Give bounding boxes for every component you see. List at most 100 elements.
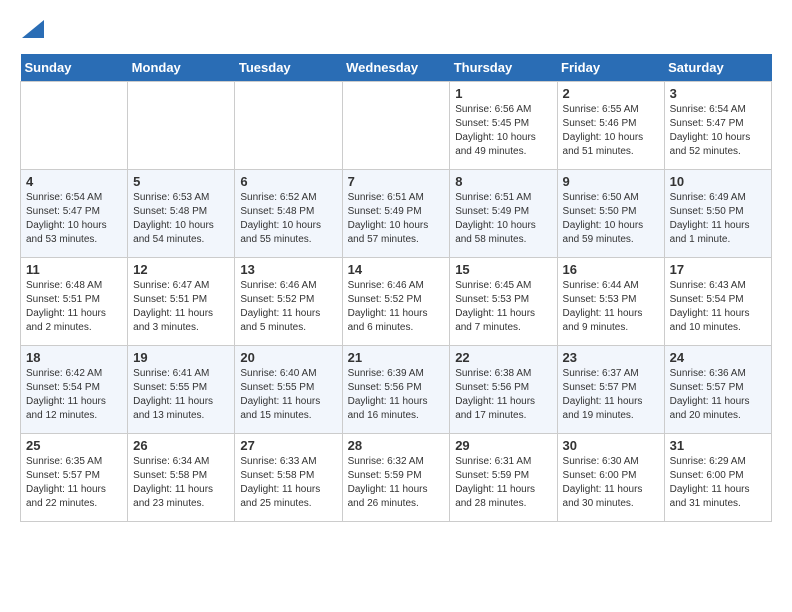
- day-number: 9: [563, 174, 659, 189]
- day-cell-8: 8Sunrise: 6:51 AM Sunset: 5:49 PM Daylig…: [450, 170, 557, 258]
- day-info: Sunrise: 6:37 AM Sunset: 5:57 PM Dayligh…: [563, 367, 659, 423]
- day-cell-25: 25 Sunrise: 6:35 AM Sunset: 5:57 PM Dayli…: [21, 434, 128, 522]
- day-cell-29: 29 Sunrise: 6:31 AM Sunset: 5:59 PM Dayli…: [450, 434, 557, 522]
- week-row-5: 25 Sunrise: 6:35 AM Sunset: 5:57 PM Dayli…: [21, 434, 772, 522]
- day-number: 19: [133, 350, 229, 365]
- day-cell-31: 31 Sunrise: 6:29 AM Sunset: 6:00 PM Dayli…: [664, 434, 771, 522]
- day-number: 29: [455, 438, 551, 453]
- day-number: 2: [563, 86, 659, 101]
- weekday-header-tuesday: Tuesday: [235, 54, 342, 82]
- day-info: Sunrise: 6:54 AM Sunset: 5:47 PM Dayligh…: [670, 103, 766, 159]
- day-info: Sunrise: 6:46 AM Sunset: 5:52 PM Dayligh…: [240, 279, 336, 335]
- day-number: 13: [240, 262, 336, 277]
- empty-cell: [128, 82, 235, 170]
- day-number: 5: [133, 174, 229, 189]
- day-info: Sunrise: 6:36 AM Sunset: 5:57 PM Dayligh…: [670, 367, 766, 423]
- day-cell-22: 22 Sunrise: 6:38 AM Sunset: 5:56 PM Dayli…: [450, 346, 557, 434]
- day-info: Sunrise: 6:44 AM Sunset: 5:53 PM Dayligh…: [563, 279, 659, 335]
- day-number: 21: [348, 350, 445, 365]
- day-info: Sunrise: 6:32 AM Sunset: 5:59 PM Dayligh…: [348, 455, 445, 511]
- day-number: 22: [455, 350, 551, 365]
- calendar-table: SundayMondayTuesdayWednesdayThursdayFrid…: [20, 54, 772, 522]
- day-number: 16: [563, 262, 659, 277]
- day-cell-19: 19 Sunrise: 6:41 AM Sunset: 5:55 PM Dayli…: [128, 346, 235, 434]
- day-cell-21: 21 Sunrise: 6:39 AM Sunset: 5:56 PM Dayli…: [342, 346, 450, 434]
- day-info: Sunrise: 6:35 AM Sunset: 5:57 PM Dayligh…: [26, 455, 122, 511]
- day-cell-15: 15 Sunrise: 6:45 AM Sunset: 5:53 PM Dayli…: [450, 258, 557, 346]
- day-number: 24: [670, 350, 766, 365]
- day-number: 1: [455, 86, 551, 101]
- day-number: 14: [348, 262, 445, 277]
- day-number: 25: [26, 438, 122, 453]
- day-cell-17: 17 Sunrise: 6:43 AM Sunset: 5:54 PM Dayli…: [664, 258, 771, 346]
- day-number: 6: [240, 174, 336, 189]
- day-cell-26: 26Sunrise: 6:34 AM Sunset: 5:58 PM Dayli…: [128, 434, 235, 522]
- day-info: Sunrise: 6:45 AM Sunset: 5:53 PM Dayligh…: [455, 279, 551, 335]
- day-info: Sunrise: 6:29 AM Sunset: 6:00 PM Dayligh…: [670, 455, 766, 511]
- day-info: Sunrise: 6:48 AM Sunset: 5:51 PM Dayligh…: [26, 279, 122, 335]
- day-cell-20: 20Sunrise: 6:40 AM Sunset: 5:55 PM Dayli…: [235, 346, 342, 434]
- day-number: 11: [26, 262, 122, 277]
- day-cell-24: 24 Sunrise: 6:36 AM Sunset: 5:57 PM Dayli…: [664, 346, 771, 434]
- empty-cell: [235, 82, 342, 170]
- day-cell-28: 28 Sunrise: 6:32 AM Sunset: 5:59 PM Dayli…: [342, 434, 450, 522]
- day-info: Sunrise: 6:43 AM Sunset: 5:54 PM Dayligh…: [670, 279, 766, 335]
- day-cell-11: 11 Sunrise: 6:48 AM Sunset: 5:51 PM Dayli…: [21, 258, 128, 346]
- weekday-header-friday: Friday: [557, 54, 664, 82]
- day-cell-6: 6 Sunrise: 6:52 AM Sunset: 5:48 PM Daylig…: [235, 170, 342, 258]
- day-info: Sunrise: 6:51 AM Sunset: 5:49 PM Dayligh…: [348, 191, 445, 247]
- day-info: Sunrise: 6:47 AM Sunset: 5:51 PM Dayligh…: [133, 279, 229, 335]
- day-cell-18: 18 Sunrise: 6:42 AM Sunset: 5:54 PM Dayli…: [21, 346, 128, 434]
- week-row-1: 1 Sunrise: 6:56 AM Sunset: 5:45 PM Daylig…: [21, 82, 772, 170]
- day-number: 7: [348, 174, 445, 189]
- day-info: Sunrise: 6:55 AM Sunset: 5:46 PM Dayligh…: [563, 103, 659, 159]
- logo: [20, 20, 44, 38]
- day-number: 17: [670, 262, 766, 277]
- weekday-header-saturday: Saturday: [664, 54, 771, 82]
- day-number: 18: [26, 350, 122, 365]
- day-cell-10: 10Sunrise: 6:49 AM Sunset: 5:50 PM Dayli…: [664, 170, 771, 258]
- day-info: Sunrise: 6:46 AM Sunset: 5:52 PM Dayligh…: [348, 279, 445, 335]
- weekday-header-wednesday: Wednesday: [342, 54, 450, 82]
- day-number: 23: [563, 350, 659, 365]
- day-cell-3: 3 Sunrise: 6:54 AM Sunset: 5:47 PM Daylig…: [664, 82, 771, 170]
- day-info: Sunrise: 6:39 AM Sunset: 5:56 PM Dayligh…: [348, 367, 445, 423]
- day-info: Sunrise: 6:30 AM Sunset: 6:00 PM Dayligh…: [563, 455, 659, 511]
- day-number: 30: [563, 438, 659, 453]
- day-info: Sunrise: 6:56 AM Sunset: 5:45 PM Dayligh…: [455, 103, 551, 159]
- day-cell-2: 2 Sunrise: 6:55 AM Sunset: 5:46 PM Daylig…: [557, 82, 664, 170]
- day-info: Sunrise: 6:34 AM Sunset: 5:58 PM Dayligh…: [133, 455, 229, 511]
- weekday-header-sunday: Sunday: [21, 54, 128, 82]
- logo-icon: [22, 20, 44, 38]
- weekday-header-thursday: Thursday: [450, 54, 557, 82]
- day-number: 15: [455, 262, 551, 277]
- day-number: 28: [348, 438, 445, 453]
- day-cell-16: 16 Sunrise: 6:44 AM Sunset: 5:53 PM Dayli…: [557, 258, 664, 346]
- day-cell-5: 5 Sunrise: 6:53 AM Sunset: 5:48 PM Daylig…: [128, 170, 235, 258]
- week-row-3: 11 Sunrise: 6:48 AM Sunset: 5:51 PM Dayli…: [21, 258, 772, 346]
- day-number: 10: [670, 174, 766, 189]
- day-number: 31: [670, 438, 766, 453]
- weekday-header-monday: Monday: [128, 54, 235, 82]
- day-info: Sunrise: 6:31 AM Sunset: 5:59 PM Dayligh…: [455, 455, 551, 511]
- day-cell-4: 4 Sunrise: 6:54 AM Sunset: 5:47 PM Daylig…: [21, 170, 128, 258]
- day-number: 3: [670, 86, 766, 101]
- empty-cell: [21, 82, 128, 170]
- page-header: [20, 20, 772, 38]
- day-info: Sunrise: 6:41 AM Sunset: 5:55 PM Dayligh…: [133, 367, 229, 423]
- day-cell-12: 12Sunrise: 6:47 AM Sunset: 5:51 PM Dayli…: [128, 258, 235, 346]
- day-number: 4: [26, 174, 122, 189]
- day-info: Sunrise: 6:40 AM Sunset: 5:55 PM Dayligh…: [240, 367, 336, 423]
- day-info: Sunrise: 6:42 AM Sunset: 5:54 PM Dayligh…: [26, 367, 122, 423]
- day-cell-14: 14 Sunrise: 6:46 AM Sunset: 5:52 PM Dayli…: [342, 258, 450, 346]
- empty-cell: [342, 82, 450, 170]
- day-cell-1: 1 Sunrise: 6:56 AM Sunset: 5:45 PM Daylig…: [450, 82, 557, 170]
- day-cell-30: 30 Sunrise: 6:30 AM Sunset: 6:00 PM Dayli…: [557, 434, 664, 522]
- day-info: Sunrise: 6:54 AM Sunset: 5:47 PM Dayligh…: [26, 191, 122, 247]
- day-info: Sunrise: 6:38 AM Sunset: 5:56 PM Dayligh…: [455, 367, 551, 423]
- day-cell-23: 23 Sunrise: 6:37 AM Sunset: 5:57 PM Dayli…: [557, 346, 664, 434]
- day-info: Sunrise: 6:52 AM Sunset: 5:48 PM Dayligh…: [240, 191, 336, 247]
- day-info: Sunrise: 6:53 AM Sunset: 5:48 PM Dayligh…: [133, 191, 229, 247]
- week-row-4: 18 Sunrise: 6:42 AM Sunset: 5:54 PM Dayli…: [21, 346, 772, 434]
- day-info: Sunrise: 6:33 AM Sunset: 5:58 PM Dayligh…: [240, 455, 336, 511]
